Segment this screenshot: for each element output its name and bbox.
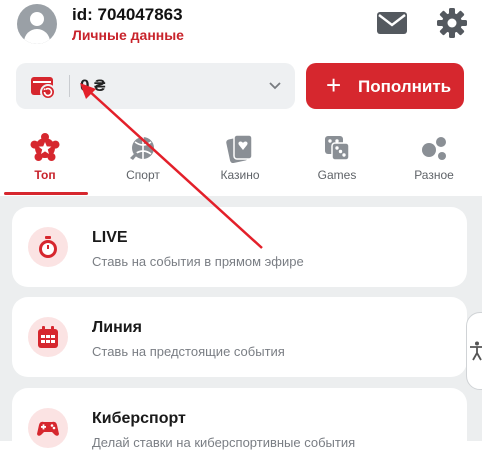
tab-games[interactable]: Games: [297, 132, 377, 190]
accessibility-button[interactable]: [466, 312, 482, 390]
tab-label: Спорт: [126, 168, 160, 182]
star-badge-icon: [30, 133, 60, 161]
card-title: LIVE: [92, 229, 128, 246]
sports-ball-icon: [130, 137, 154, 160]
mail-icon[interactable]: [377, 12, 407, 34]
gear-icon[interactable]: [437, 8, 467, 38]
card-description: Ставь на события в прямом эфире: [92, 254, 304, 269]
card-line[interactable]: Линия Ставь на предстоящие события: [12, 297, 467, 377]
tab-top[interactable]: Топ: [5, 132, 85, 190]
wallet-refresh-icon: [31, 77, 56, 100]
chevron-down-icon: [269, 82, 281, 90]
card-description: Делай ставки на киберспортивные события: [92, 435, 356, 450]
card-esports[interactable]: Киберспорт Делай ставки на киберспортивн…: [12, 388, 467, 468]
deposit-label: Пополнить: [358, 77, 452, 96]
tab-label: Топ: [34, 168, 56, 182]
card-title: Линия: [92, 319, 142, 336]
card-title: Киберспорт: [92, 410, 186, 427]
card-live[interactable]: LIVE Ставь на события в прямом эфире: [12, 207, 467, 287]
dots-icon: [422, 137, 446, 160]
user-id: id: 704047863: [72, 5, 183, 24]
balance-value: 0 ₴: [80, 76, 106, 95]
card-description: Ставь на предстоящие события: [92, 344, 285, 359]
personal-data-link[interactable]: Личные данные: [72, 27, 184, 43]
tab-sport[interactable]: Спорт: [103, 132, 183, 190]
calendar-icon: [28, 317, 68, 357]
avatar-body: [24, 29, 50, 44]
balance-divider: [69, 75, 70, 97]
tab-misc[interactable]: Разное: [394, 132, 474, 190]
gamepad-icon: [28, 408, 68, 448]
deposit-button[interactable]: + Пополнить: [306, 63, 464, 109]
dice-icon: [325, 136, 350, 161]
tab-label: Казино: [220, 168, 260, 182]
playing-card-icon: [226, 134, 253, 164]
tab-label: Games: [317, 168, 357, 182]
avatar[interactable]: [17, 4, 57, 44]
tab-label: Разное: [414, 168, 454, 182]
balance-selector[interactable]: 0 ₴: [16, 63, 295, 109]
accessibility-icon: [470, 341, 482, 361]
active-tab-indicator: [4, 192, 88, 195]
stopwatch-icon: [28, 227, 68, 267]
avatar-head: [30, 12, 44, 26]
tab-casino[interactable]: Казино: [200, 132, 280, 190]
plus-icon: +: [326, 70, 342, 100]
